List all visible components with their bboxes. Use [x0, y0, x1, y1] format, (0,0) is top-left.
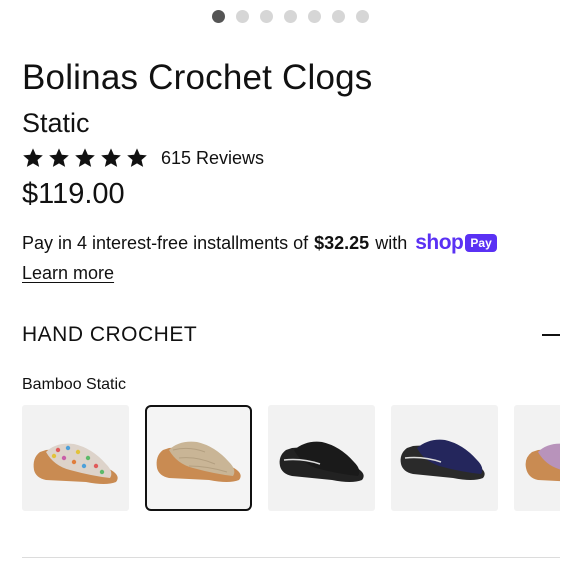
pay-badge: Pay — [465, 234, 497, 252]
carousel-dot[interactable] — [235, 10, 249, 23]
clog-image — [400, 439, 485, 480]
carousel-dot[interactable] — [259, 10, 273, 23]
section-title: HAND CROCHET — [22, 323, 198, 346]
carousel-pagination — [0, 10, 580, 23]
shop-word: shop — [415, 231, 464, 254]
minus-icon[interactable] — [542, 334, 560, 336]
swatch-navy[interactable] — [391, 405, 498, 511]
product-rating[interactable]: 615 Reviews — [22, 147, 264, 169]
carousel-dot[interactable] — [283, 10, 297, 23]
hand-crochet-accordion[interactable]: HAND CROCHET — [22, 323, 562, 347]
shop-pay-installments: Pay in 4 interest-free installments of $… — [22, 231, 497, 255]
product-price: $119.00 — [22, 178, 125, 210]
carousel-dot[interactable] — [355, 10, 369, 23]
carousel-dot[interactable] — [307, 10, 321, 23]
variant-swatches — [22, 405, 560, 513]
star-icon — [75, 148, 95, 167]
clog-image — [33, 443, 118, 484]
selected-variant-label: Bamboo Static — [22, 376, 127, 393]
star-icon — [127, 148, 147, 167]
star-icon — [23, 148, 43, 167]
swatch-purple[interactable] — [514, 405, 560, 511]
swatch-static[interactable] — [22, 405, 129, 511]
section-divider — [22, 557, 560, 558]
shop-pay-logo: shop Pay — [415, 231, 497, 255]
reviews-count[interactable]: 615 Reviews — [161, 148, 264, 169]
installments-prefix: Pay in 4 interest-free installments of — [22, 232, 309, 253]
star-icon — [49, 148, 69, 167]
star-icon — [101, 148, 121, 167]
product-title: Bolinas Crochet Clogs — [22, 58, 373, 97]
installment-amount: $32.25 — [314, 232, 370, 253]
clog-image — [156, 441, 241, 482]
swatch-bamboo-static[interactable] — [145, 405, 252, 511]
clog-image — [279, 441, 364, 482]
learn-more-link[interactable]: Learn more — [22, 263, 114, 284]
carousel-dot[interactable] — [331, 10, 345, 23]
clog-image — [525, 443, 560, 482]
star-rating — [22, 147, 148, 169]
carousel-dot[interactable] — [211, 10, 225, 23]
installments-suffix: with — [375, 232, 408, 253]
swatch-black[interactable] — [268, 405, 375, 511]
product-color-name: Static — [22, 108, 90, 138]
